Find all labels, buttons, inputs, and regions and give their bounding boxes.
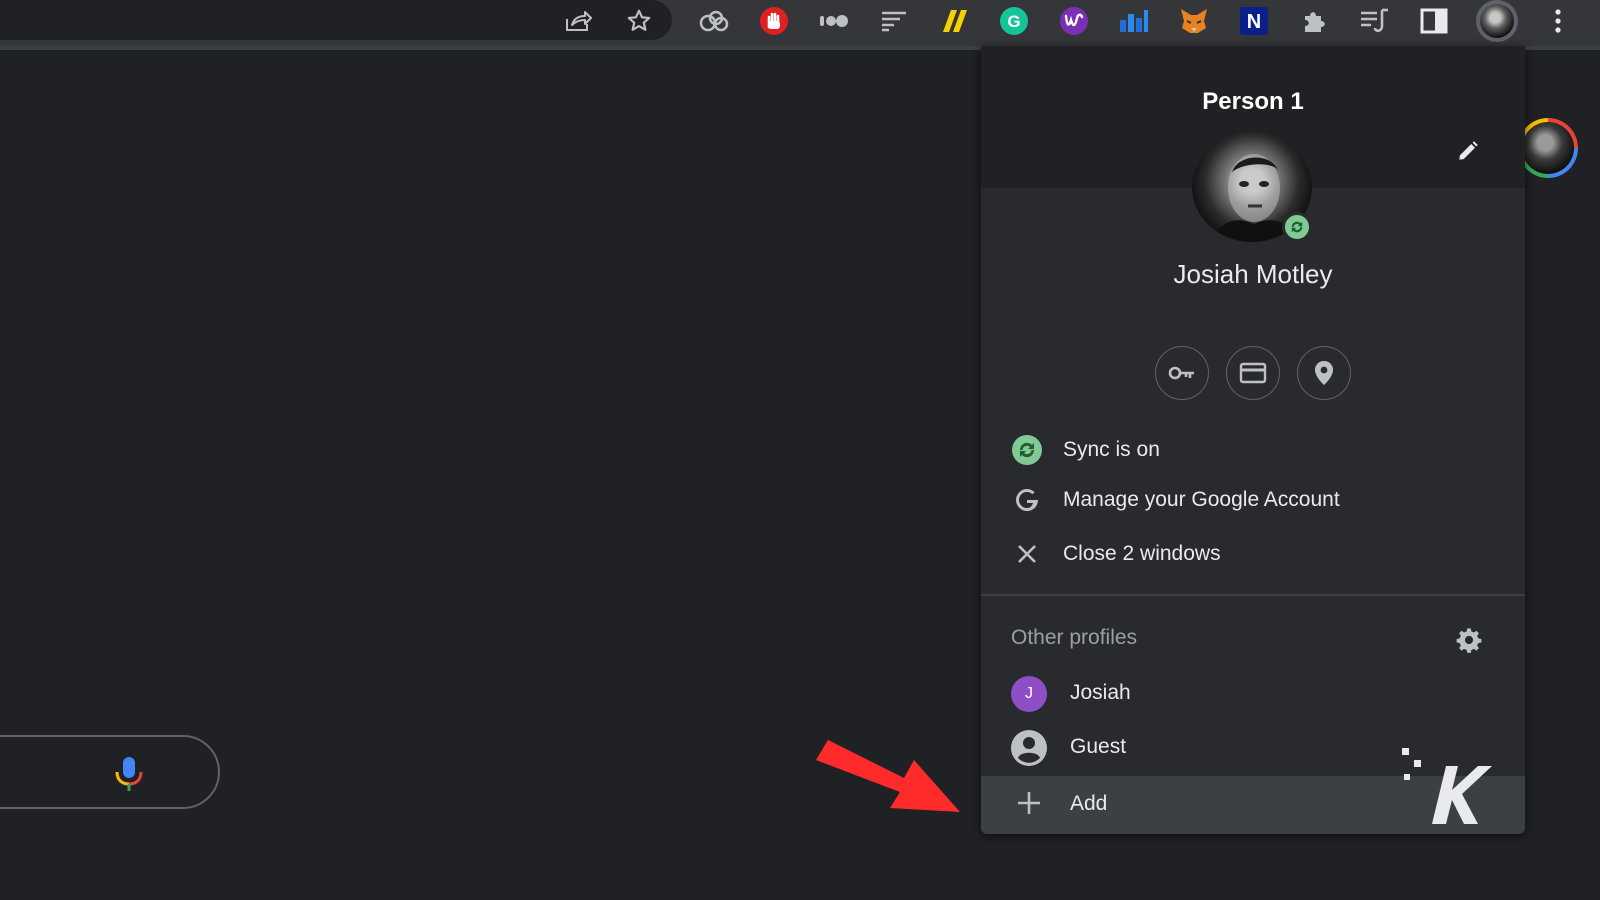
josiah-avatar: J (1011, 676, 1047, 712)
menu-divider (981, 594, 1525, 596)
lines-extension-icon[interactable] (876, 3, 912, 39)
notion-n-icon[interactable]: N (1236, 3, 1272, 39)
edit-pencil-icon[interactable] (1455, 138, 1481, 169)
grammarly-icon[interactable]: G (996, 3, 1032, 39)
cloud-extension-icon[interactable] (696, 3, 732, 39)
manage-account-row[interactable]: Manage your Google Account (981, 476, 1525, 524)
other-profiles-heading: Other profiles (1011, 626, 1138, 649)
profile-avatar-button[interactable] (1476, 0, 1518, 42)
voice-search-mic-icon[interactable] (112, 755, 146, 798)
profile-avatar-image (1480, 4, 1514, 38)
guest-person-icon (1011, 730, 1047, 766)
close-windows-row[interactable]: Close 2 windows (981, 530, 1525, 578)
page-account-avatar[interactable] (1518, 118, 1578, 178)
k-watermark-logo (1402, 746, 1492, 833)
gear-icon[interactable] (1455, 626, 1483, 659)
bookmark-star-icon[interactable] (622, 4, 656, 38)
puzzle-extensions-icon[interactable] (1296, 3, 1332, 39)
josiah-label: Josiah (1070, 681, 1131, 704)
add-label: Add (1070, 792, 1108, 815)
google-search-box[interactable] (0, 735, 220, 809)
sync-badge-icon (1282, 212, 1312, 242)
chart-extension-icon[interactable] (1116, 3, 1152, 39)
google-g-icon (1009, 482, 1045, 518)
addresses-pin-icon[interactable] (1297, 346, 1351, 400)
notion-letter: N (1247, 11, 1261, 33)
plus-icon (1016, 790, 1042, 821)
close-windows-label: Close 2 windows (1063, 542, 1221, 565)
red-arrow-annotation (816, 740, 960, 812)
reading-list-icon[interactable] (1356, 3, 1392, 39)
passwords-key-icon[interactable] (1155, 346, 1209, 400)
manage-account-label: Manage your Google Account (1063, 488, 1340, 511)
sync-row[interactable]: Sync is on (981, 426, 1525, 474)
payment-card-icon[interactable] (1226, 346, 1280, 400)
adblock-hand-icon[interactable] (756, 3, 792, 39)
purple-w-extension-icon[interactable] (1056, 3, 1092, 39)
dots-extension-icon[interactable] (816, 3, 852, 39)
metamask-fox-icon[interactable] (1176, 3, 1212, 39)
browser-toolbar: G N (0, 0, 1600, 46)
profile-menu: Person 1 Josiah Motley Sync is on Manage… (981, 46, 1525, 834)
sync-label: Sync is on (1063, 438, 1160, 461)
yellow-slash-extension-icon[interactable] (936, 3, 972, 39)
kebab-menu-icon[interactable] (1540, 3, 1576, 39)
close-x-icon (1009, 536, 1045, 572)
profile-josiah-row[interactable]: J Josiah (981, 668, 1525, 720)
address-bar[interactable] (0, 0, 672, 40)
side-panel-icon[interactable] (1416, 3, 1452, 39)
grammarly-letter: G (1007, 12, 1020, 31)
guest-label: Guest (1070, 735, 1127, 758)
sync-status-icon (1009, 432, 1045, 468)
profile-user-name: Josiah Motley (1173, 259, 1333, 289)
share-icon[interactable] (561, 4, 595, 38)
profile-title: Person 1 (1202, 88, 1304, 115)
